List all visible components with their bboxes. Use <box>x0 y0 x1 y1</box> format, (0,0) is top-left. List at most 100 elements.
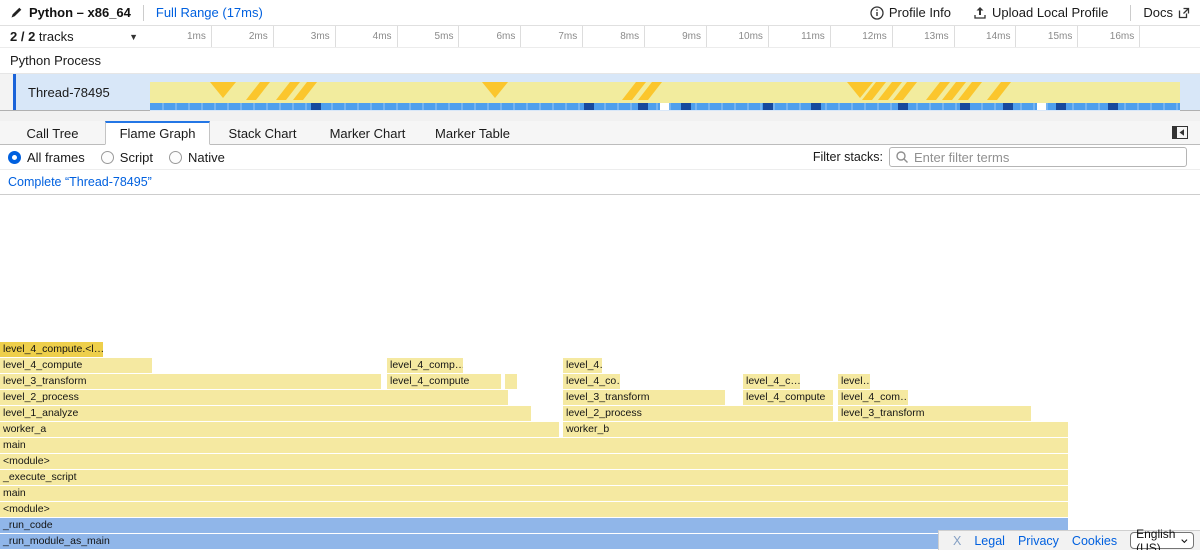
header-separator <box>143 5 144 21</box>
tab-call-tree[interactable]: Call Tree <box>0 121 105 144</box>
flame-block-level_4_compute[interactable]: level_4_compute <box>387 374 501 389</box>
full-range-button[interactable]: Full Range (17ms) <box>156 5 263 20</box>
radio-script[interactable]: Script <box>101 150 153 165</box>
profile-title: Python – x86_64 <box>29 5 131 20</box>
panel-settings-row: All frames Script Native Filter stacks: <box>0 145 1200 170</box>
ruler-tick: 9ms <box>645 26 707 47</box>
flame-block-level_2_process[interactable]: level_2_process <box>563 406 833 421</box>
flame-block[interactable] <box>505 374 517 389</box>
frame-filter-radios: All frames Script Native <box>8 150 225 165</box>
ruler-tick: 12ms <box>831 26 893 47</box>
flame-block-level_4_compute[interactable]: level_4_compute <box>743 390 833 405</box>
tracks-word: tracks <box>39 29 74 44</box>
radio-label: Script <box>120 150 153 165</box>
flame-block-level_4_comp[interactable]: level_4_comp… <box>387 358 463 373</box>
flame-block-level_4_com[interactable]: level_4_com… <box>838 390 908 405</box>
tab-marker-chart[interactable]: Marker Chart <box>315 121 420 144</box>
filter-stacks-label: Filter stacks: <box>813 150 883 164</box>
flame-block-_run_module_as_main[interactable]: _run_module_as_main <box>0 534 1066 549</box>
flame-block-level_4[interactable]: level_4… <box>563 358 602 373</box>
radio-native[interactable]: Native <box>169 150 225 165</box>
footer: X Legal Privacy Cookies English (US) <box>938 530 1200 550</box>
footer-link-cookies[interactable]: Cookies <box>1072 534 1117 548</box>
filter-stacks-input[interactable] <box>889 147 1187 167</box>
docs-link[interactable]: Docs <box>1143 5 1190 20</box>
process-track-label: Python Process <box>10 53 101 68</box>
breadcrumb-complete-thread[interactable]: Complete “Thread-78495” <box>8 175 152 189</box>
track-right-margin <box>1180 74 1200 110</box>
tracks-dropdown-button[interactable]: 2 / 2 tracks ▼ <box>0 26 150 47</box>
footer-link-legal[interactable]: Legal <box>974 534 1005 548</box>
radio-dot <box>8 151 21 164</box>
ruler-tick: 15ms <box>1016 26 1078 47</box>
track-gutter <box>0 74 13 110</box>
flame-block-level[interactable]: level… <box>838 374 870 389</box>
ruler-tick: 8ms <box>583 26 645 47</box>
flame-block-level_3_transform[interactable]: level_3_transform <box>838 406 1031 421</box>
flame-block-level_4_compute[interactable]: level_4_compute <box>0 358 152 373</box>
ruler-tick: 7ms <box>521 26 583 47</box>
profile-info-button[interactable]: Profile Info <box>870 5 951 20</box>
ruler-tick: 1ms <box>150 26 212 47</box>
tracks-count: 2 / 2 <box>10 29 35 44</box>
flame-block-worker_b[interactable]: worker_b <box>563 422 1068 437</box>
radio-all-frames[interactable]: All frames <box>8 150 85 165</box>
ruler-tick: 16ms <box>1078 26 1140 47</box>
timeline-panel-divider <box>0 111 1200 121</box>
chevron-down-icon: ▼ <box>129 32 138 42</box>
flame-block-level_4_co[interactable]: level_4_co… <box>563 374 620 389</box>
tab-flame-graph[interactable]: Flame Graph <box>105 121 210 145</box>
radio-dot <box>169 151 182 164</box>
ruler-tick: 2ms <box>212 26 274 47</box>
flame-block-_execute_script[interactable]: _execute_script <box>0 470 1068 485</box>
footer-link-x[interactable]: X <box>953 534 961 548</box>
radio-label: All frames <box>27 150 85 165</box>
filter-input-wrap <box>889 147 1187 167</box>
breadcrumb: Complete “Thread-78495” <box>0 170 1200 195</box>
edit-pencil-icon[interactable] <box>10 6 23 19</box>
language-select-value: English (US) <box>1136 527 1181 550</box>
external-link-icon <box>1178 7 1190 19</box>
radio-label: Native <box>188 150 225 165</box>
flame-block-level_4_c[interactable]: level_4_c… <box>743 374 800 389</box>
ruler-tick: 4ms <box>336 26 398 47</box>
flame-block-module[interactable]: <module> <box>0 454 1068 469</box>
time-ruler: 1ms2ms3ms4ms5ms6ms7ms8ms9ms10ms11ms12ms1… <box>150 26 1200 47</box>
flame-block-level_4_computel[interactable]: level_4_compute.<l… <box>0 342 103 357</box>
flame-graph-canvas[interactable]: level_4_compute.<l…level_4_computelevel_… <box>0 195 1200 550</box>
header-separator-2 <box>1130 5 1131 21</box>
ruler-tick: 6ms <box>459 26 521 47</box>
profiler-app: Python – x86_64 Full Range (17ms) Profil… <box>0 0 1200 550</box>
ruler-tick: 5ms <box>398 26 460 47</box>
thread-activity-graph[interactable] <box>150 74 1180 111</box>
flame-block-level_3_transform[interactable]: level_3_transform <box>0 374 381 389</box>
flame-block-_run_code[interactable]: _run_code <box>0 518 1068 533</box>
ruler-tick: 13ms <box>893 26 955 47</box>
flame-block-level_2_process[interactable]: level_2_process <box>0 390 508 405</box>
flame-block-main[interactable]: main <box>0 486 1068 501</box>
select-chevron-icon <box>1181 538 1188 544</box>
thread-track-label[interactable]: Thread-78495 <box>16 74 150 110</box>
track-python-process[interactable]: Python Process <box>0 48 1200 74</box>
flame-block-worker_a[interactable]: worker_a <box>0 422 559 437</box>
flame-block-level_1_analyze[interactable]: level_1_analyze <box>0 406 531 421</box>
language-select[interactable]: English (US) <box>1130 532 1194 549</box>
ruler-tick: 3ms <box>274 26 336 47</box>
flame-block-level_3_transform[interactable]: level_3_transform <box>563 390 725 405</box>
track-thread-78495[interactable]: Thread-78495 <box>0 74 1200 111</box>
upload-profile-button[interactable]: Upload Local Profile <box>973 5 1108 20</box>
tab-marker-table[interactable]: Marker Table <box>420 121 525 144</box>
sidebar-toggle-button[interactable] <box>1160 121 1200 144</box>
sidebar-toggle-icon <box>1172 126 1188 139</box>
tabs-container: Call TreeFlame GraphStack ChartMarker Ch… <box>0 121 525 144</box>
panel-tabbar: Call TreeFlame GraphStack ChartMarker Ch… <box>0 121 1200 145</box>
footer-link-privacy[interactable]: Privacy <box>1018 534 1059 548</box>
ruler-tick: 14ms <box>955 26 1017 47</box>
radio-dot <box>101 151 114 164</box>
flame-block-module[interactable]: <module> <box>0 502 1068 517</box>
tab-stack-chart[interactable]: Stack Chart <box>210 121 315 144</box>
ruler-tick: 11ms <box>769 26 831 47</box>
flame-block-main[interactable]: main <box>0 438 1068 453</box>
search-icon <box>895 150 909 164</box>
info-icon <box>870 6 884 20</box>
